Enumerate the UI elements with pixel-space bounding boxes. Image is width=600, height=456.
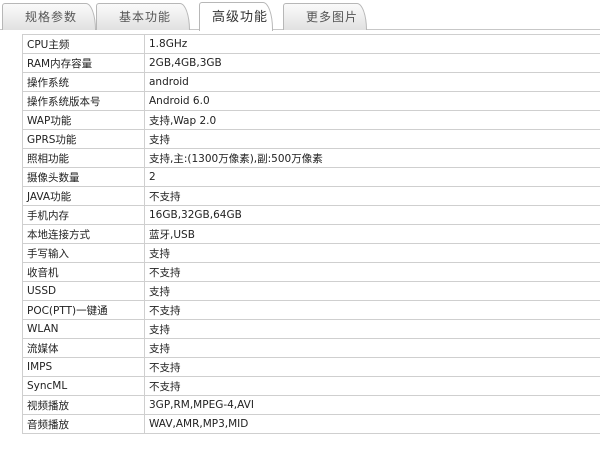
spec-value: 16GB,32GB,64GB [144,205,600,225]
spec-value: WAV,AMR,MP3,MID [144,414,600,434]
spec-name: CPU主频 [22,34,145,54]
table-row: 视频播放 3GP,RM,MPEG-4,AVI [22,395,600,415]
table-row: WAP功能 支持,Wap 2.0 [22,110,600,130]
tab-bar: 规格参数 基本功能 高级功能 更多图片 [0,0,600,31]
spec-name: 操作系统版本号 [22,91,145,111]
tab-advanced-functions[interactable]: 高级功能 [199,2,273,31]
spec-name: POC(PTT)一键通 [22,300,145,320]
spec-name: SyncML [22,376,145,396]
tab-advanced-functions-label: 高级功能 [212,10,269,25]
specs-table: CPU主频 1.8GHz RAM内存容量 2GB,4GB,3GB 操作系统 android… [22,34,600,434]
table-row: 流媒体 支持 [22,338,600,358]
spec-value: 蓝牙,USB [144,224,600,244]
spec-value: 不支持 [144,300,600,320]
table-row: 操作系统 android [22,72,600,92]
spec-name: 收音机 [22,262,145,282]
spec-value: android [144,72,600,92]
spec-value: 2GB,4GB,3GB [144,53,600,73]
spec-name: 照相功能 [22,148,145,168]
spec-name: 流媒体 [22,338,145,358]
table-row: 音频播放 WAV,AMR,MP3,MID [22,414,600,434]
spec-value: 支持 [144,281,600,301]
spec-value: 2 [144,167,600,187]
table-row: CPU主频 1.8GHz [22,34,600,54]
spec-value: 支持 [144,319,600,339]
spec-value: 支持 [144,243,600,263]
spec-value: 不支持 [144,262,600,282]
spec-name: USSD [22,281,145,301]
table-row: USSD 支持 [22,281,600,301]
spec-name: IMPS [22,357,145,377]
spec-value: 支持,主:(1300万像素),副:500万像素 [144,148,600,168]
specs-table-body: CPU主频 1.8GHz RAM内存容量 2GB,4GB,3GB 操作系统 android… [22,34,600,434]
spec-name: 操作系统 [22,72,145,92]
table-row: 收音机 不支持 [22,262,600,282]
spec-value: 1.8GHz [144,34,600,54]
page: 规格参数 基本功能 高级功能 更多图片 CPU主频 1.8GHz RAM内存容量 2G… [0,0,600,456]
table-row: WLAN 支持 [22,319,600,339]
spec-value: 不支持 [144,376,600,396]
tab-specs-label: 规格参数 [25,10,78,24]
spec-name: 本地连接方式 [22,224,145,244]
spec-name: WAP功能 [22,110,145,130]
spec-name: WLAN [22,319,145,339]
spec-name: JAVA功能 [22,186,145,206]
table-row: 照相功能 支持,主:(1300万像素),副:500万像素 [22,148,600,168]
tab-basic-functions[interactable]: 基本功能 [96,3,190,30]
spec-value: 不支持 [144,186,600,206]
specs-table-container: CPU主频 1.8GHz RAM内存容量 2GB,4GB,3GB 操作系统 android… [22,34,600,456]
table-row: 摄像头数量 2 [22,167,600,187]
spec-value: 支持,Wap 2.0 [144,110,600,130]
table-row: 手写输入 支持 [22,243,600,263]
spec-value: 3GP,RM,MPEG-4,AVI [144,395,600,415]
table-row: GPRS功能 支持 [22,129,600,149]
table-row: 本地连接方式 蓝牙,USB [22,224,600,244]
spec-name: RAM内存容量 [22,53,145,73]
spec-name: GPRS功能 [22,129,145,149]
tab-specs[interactable]: 规格参数 [2,3,96,30]
table-row: POC(PTT)一键通 不支持 [22,300,600,320]
table-row: SyncML 不支持 [22,376,600,396]
spec-name: 视频播放 [22,395,145,415]
tab-basic-functions-label: 基本功能 [119,10,172,24]
spec-name: 摄像头数量 [22,167,145,187]
spec-value: 不支持 [144,357,600,377]
spec-name: 手机内存 [22,205,145,225]
spec-value: 支持 [144,338,600,358]
spec-value: Android 6.0 [144,91,600,111]
spec-name: 手写输入 [22,243,145,263]
spec-name: 音频播放 [22,414,145,434]
table-row: 操作系统版本号 Android 6.0 [22,91,600,111]
table-row: JAVA功能 不支持 [22,186,600,206]
table-row: 手机内存 16GB,32GB,64GB [22,205,600,225]
table-row: IMPS 不支持 [22,357,600,377]
tab-more-photos[interactable]: 更多图片 [283,3,367,30]
spec-value: 支持 [144,129,600,149]
table-row: RAM内存容量 2GB,4GB,3GB [22,53,600,73]
tab-more-photos-label: 更多图片 [306,10,359,24]
